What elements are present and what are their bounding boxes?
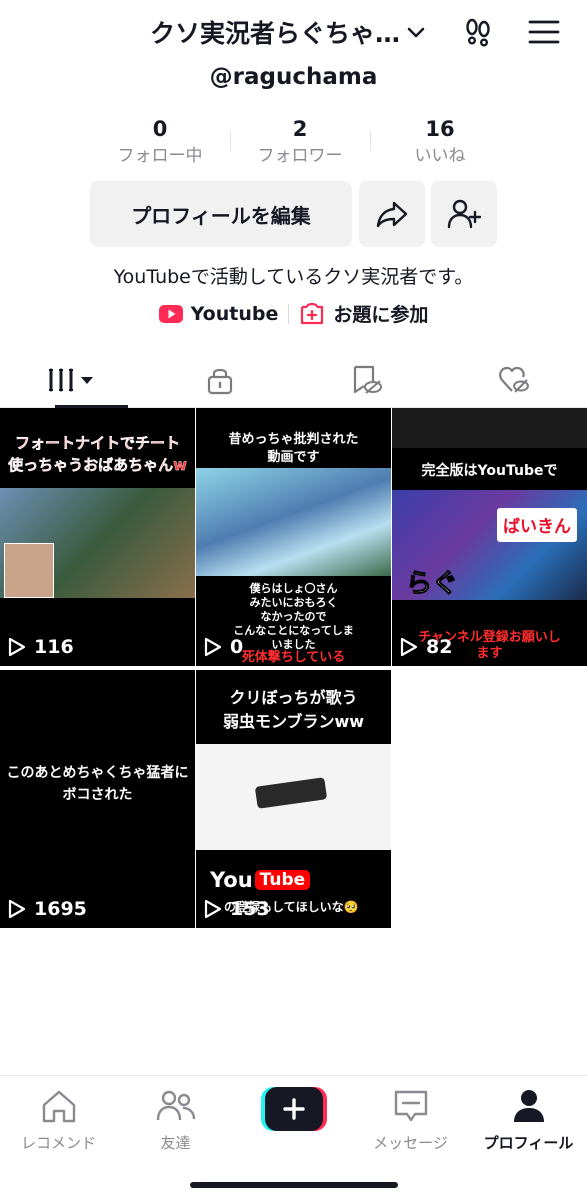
tab-videos[interactable] — [0, 352, 147, 408]
friends-icon — [156, 1090, 195, 1121]
thumbnail-caption: 昔めっちゃ批判された — [228, 432, 359, 447]
username: @raguchama — [209, 64, 378, 90]
thumbnail-caption: フォートナイトでチート — [14, 434, 180, 452]
play-icon — [8, 899, 26, 919]
add-friend-button[interactable] — [431, 181, 497, 247]
profile-icon — [513, 1090, 544, 1122]
nav-label: メッセージ — [373, 1134, 448, 1152]
youtube-logo: You Tube — [210, 868, 311, 892]
stat-likes[interactable]: 16 いいね — [370, 115, 510, 171]
stat-label: フォロー中 — [117, 146, 203, 166]
inbox-icon — [394, 1090, 427, 1122]
video-thumbnail[interactable]: クリぼっちが歌う 弱虫モンブランww You Tube の登録もしてほしいな🥺 … — [196, 670, 391, 928]
thumbnail-image — [196, 744, 391, 850]
view-count-value: 116 — [34, 636, 74, 658]
video-thumbnail[interactable]: 完全版はYouTubeで ばいきん らぐ チャンネル登録お願いし ます 82 — [392, 408, 587, 666]
video-thumbnail[interactable]: このあとめちゃくちゃ猛者に ボコされた 1695 — [0, 670, 195, 928]
lock-icon — [208, 368, 233, 394]
home-icon — [42, 1090, 75, 1123]
heart-hidden-icon — [498, 366, 529, 393]
nav-label: プロフィール — [483, 1134, 574, 1152]
nav-label: 友達 — [160, 1134, 191, 1152]
thumbnail-figure — [254, 777, 328, 809]
account-switcher[interactable]: クソ実況者らぐちゃ… — [150, 14, 426, 50]
profile-links: Youtube お題に参加 — [0, 300, 587, 327]
youtube-logo-badge: Tube — [254, 870, 311, 890]
menu-icon[interactable] — [526, 14, 562, 50]
share-icon — [376, 201, 408, 228]
video-thumbnail[interactable]: 昔めっちゃ批判された 動画です 僕らはしょ〇さん みたいにおもろく なかったので… — [196, 408, 391, 666]
play-icon — [400, 637, 418, 657]
thumbnail-caption: らぐ — [405, 569, 459, 600]
tab-liked[interactable] — [440, 352, 587, 407]
nav-create[interactable] — [235, 1086, 352, 1132]
nav-label: レコメンド — [20, 1134, 96, 1152]
stat-value: 2 — [292, 117, 308, 141]
video-grid-icon — [49, 368, 94, 391]
link-divider — [288, 303, 290, 324]
nav-home[interactable]: レコメンド — [0, 1086, 117, 1153]
video-thumbnail[interactable]: フォートナイトでチート 使っちゃうおばあちゃんw 116 — [0, 408, 195, 666]
topic-link-label: お題に参加 — [333, 304, 429, 326]
thumbnail-caption: ばいきん — [503, 517, 571, 537]
tab-saved[interactable] — [294, 352, 441, 407]
thumbnail-image — [196, 468, 391, 576]
view-count-value: 1695 — [34, 898, 87, 920]
edit-profile-button[interactable]: プロフィールを編集 — [90, 181, 352, 247]
home-indicator — [190, 1182, 398, 1188]
profile-header: クソ実況者らぐちゃ… — [0, 0, 587, 64]
topic-link[interactable]: お題に参加 — [299, 300, 428, 327]
view-count-value: 0 — [230, 636, 244, 658]
profile-title: クソ実況者らぐちゃ… — [150, 19, 401, 48]
thumbnail-caption: クリぼっちが歌う 弱虫モンブランww — [222, 688, 365, 731]
nav-profile[interactable]: プロフィール — [470, 1086, 587, 1153]
view-count: 1695 — [8, 898, 87, 920]
stat-value: 16 — [425, 117, 455, 141]
thumbnail-caption: 完全版はYouTubeで — [421, 463, 558, 479]
view-count-value: 153 — [230, 898, 270, 920]
thumbnail-caption: 使っちゃうおばあちゃんw — [8, 456, 187, 474]
stat-label: フォロワー — [257, 146, 343, 166]
bookmark-hidden-icon — [353, 365, 382, 394]
thumbnail-inset — [4, 543, 54, 598]
footprints-icon[interactable] — [460, 14, 496, 50]
plus-icon — [260, 1087, 327, 1131]
bottom-navigation: レコメンド 友達 メッセージ プロフィール — [0, 1075, 587, 1200]
thumbnail-caption: 動画です — [267, 450, 320, 465]
thumbnail-caption: このあとめちゃくちゃ猛者に ボコされた — [6, 765, 189, 803]
stat-followers[interactable]: 2 フォロワー — [230, 115, 370, 171]
chevron-down-icon — [407, 27, 425, 38]
youtube-logo-text: You — [210, 868, 253, 892]
thumbnail-banner — [392, 408, 587, 448]
stat-label: いいね — [414, 146, 466, 166]
tab-private[interactable] — [147, 352, 294, 407]
profile-bio: YouTubeで活動しているクソ実況者です。 — [113, 266, 474, 288]
profile-stats: 0 フォロー中 2 フォロワー 16 いいね — [90, 115, 510, 171]
youtube-link-label: Youtube — [190, 302, 279, 325]
stat-following[interactable]: 0 フォロー中 — [90, 115, 230, 171]
play-icon — [204, 637, 222, 657]
add-user-icon — [447, 199, 481, 229]
youtube-icon — [158, 304, 183, 323]
play-icon — [8, 637, 26, 657]
nav-inbox[interactable]: メッセージ — [352, 1086, 469, 1153]
view-count: 82 — [400, 636, 452, 658]
share-profile-button[interactable] — [359, 181, 425, 247]
nav-friends[interactable]: 友達 — [117, 1086, 234, 1153]
view-count: 116 — [8, 636, 74, 658]
stat-value: 0 — [152, 117, 168, 141]
topic-plus-icon — [301, 302, 324, 324]
play-icon — [204, 899, 222, 919]
view-count: 0 — [204, 636, 243, 658]
view-count: 153 — [204, 898, 270, 920]
content-tabs — [0, 352, 587, 408]
view-count-value: 82 — [426, 636, 453, 658]
youtube-link[interactable]: Youtube — [158, 302, 279, 325]
